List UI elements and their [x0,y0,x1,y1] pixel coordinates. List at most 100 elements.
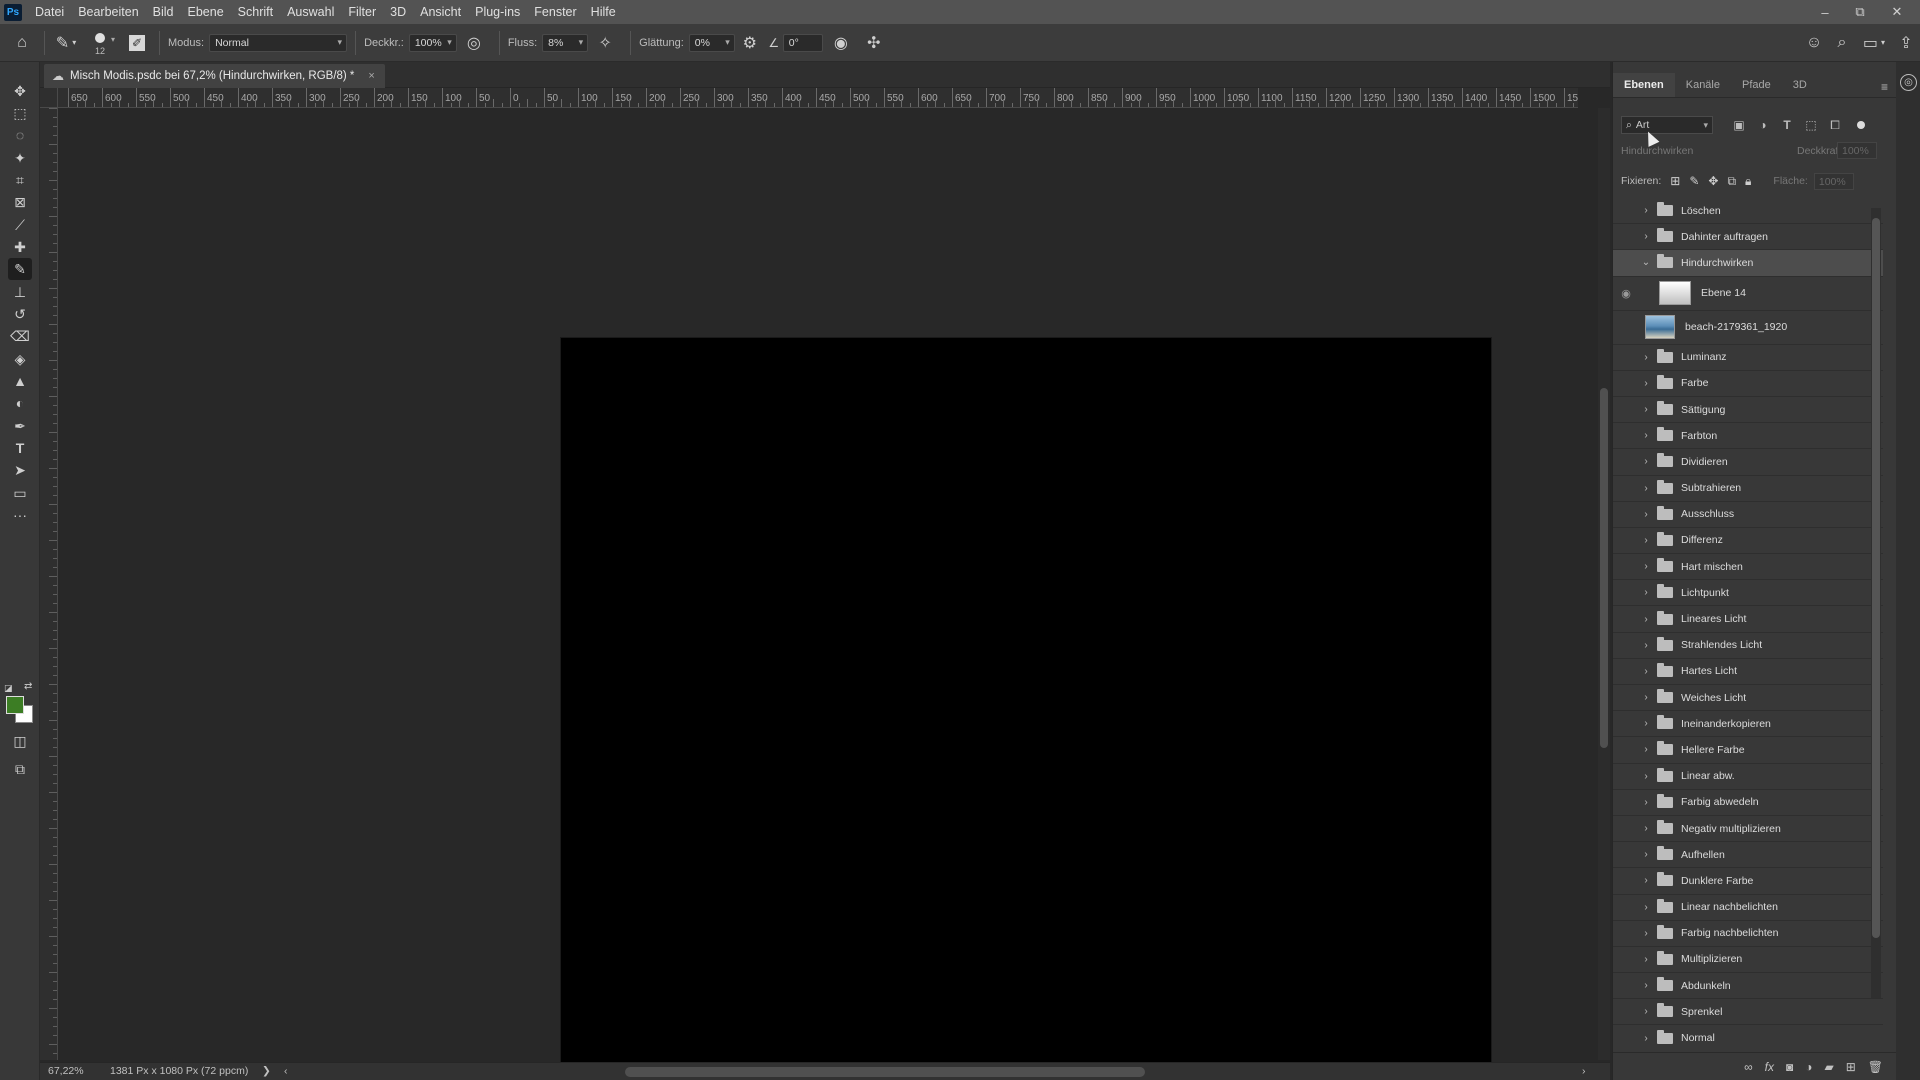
menu-item[interactable]: Schrift [231,0,280,24]
layer-row[interactable]: › Farbton [1613,423,1883,450]
pen-tool-icon[interactable]: ✒ [8,415,32,437]
layer-row[interactable]: › Ausschluss [1613,502,1883,528]
trash-icon[interactable]: 🗑︎ [1868,1060,1883,1074]
default-colors-icon[interactable]: ◪ [4,683,13,694]
layer-opacity-input[interactable]: 100% [1837,142,1877,159]
layer-row[interactable]: › Normal [1613,1025,1883,1048]
layer-row[interactable]: › Dunklere Farbe [1613,868,1883,895]
scrollbar-thumb[interactable] [1872,218,1880,938]
share-user-icon[interactable]: ☺ [1800,28,1828,58]
lock-artboard-icon[interactable]: ⧉ [1727,174,1736,189]
blend-mode-select[interactable]: Hindurchwirken [1621,145,1693,157]
chevron-right-icon[interactable]: › [1639,231,1653,242]
vertical-ruler[interactable] [40,108,58,1060]
lock-all-icon[interactable]: 🔒︎ [1745,174,1751,189]
layer-row[interactable]: › Luminanz [1613,345,1883,371]
layer-row[interactable]: › Dividieren [1613,449,1883,476]
document-tab[interactable]: ☁ Misch Modis.psdc bei 67,2% (Hindurchwi… [44,64,385,88]
chevron-right-icon[interactable]: › [1639,954,1653,965]
menu-item[interactable]: Bild [146,0,181,24]
layer-row[interactable]: › Löschen [1613,198,1883,225]
mode-select[interactable]: Normal ▾ [209,33,348,52]
pressure-size-icon[interactable]: ◉ [823,28,859,58]
layer-row[interactable]: › Linear nachbelichten [1613,895,1883,921]
path-select-tool-icon[interactable]: ➤ [8,459,32,481]
layer-row[interactable]: › Subtrahieren [1613,476,1883,502]
layer-row[interactable]: › Dahinter auftragen [1613,224,1883,251]
history-brush-tool-icon[interactable]: ↺ [8,303,32,325]
smoothing-input[interactable]: 0% ▾ [688,33,735,52]
filter-adjustment-icon[interactable]: ◑ [1751,118,1775,132]
chevron-right-icon[interactable]: › [1639,205,1653,216]
filter-shape-icon[interactable]: ⬚ [1799,118,1823,132]
screen-mode-icon[interactable]: ⧉ [8,758,32,780]
chevron-right-icon[interactable]: › [1639,614,1653,625]
filter-toggle-icon[interactable] [1857,121,1865,129]
layer-row[interactable]: › Lineares Licht [1613,606,1883,633]
fill-input[interactable]: 100% [1813,172,1854,190]
layer-row[interactable]: › Hart mischen [1613,554,1883,581]
canvas-horizontal-scrollbar[interactable] [625,1067,1145,1077]
chevron-right-icon[interactable]: › [1639,378,1653,389]
type-tool-icon[interactable]: T [8,437,32,459]
new-layer-icon[interactable]: ⊞ [1846,1060,1856,1074]
layer-row[interactable]: › Ineinanderkopieren [1613,711,1883,738]
more-tools-icon[interactable]: ··· [8,504,32,526]
chevron-right-icon[interactable]: › [1639,587,1653,598]
layer-row[interactable]: › Sprenkel [1613,999,1883,1026]
chevron-right-icon[interactable]: › [1639,561,1653,572]
close-button[interactable]: ✕ [1882,0,1912,24]
chevron-right-icon[interactable]: › [1639,849,1653,860]
layer-row[interactable]: › Weiches Licht [1613,685,1883,712]
chevron-right-icon[interactable]: › [1639,1033,1653,1044]
layer-row[interactable]: › Farbig nachbelichten [1613,921,1883,947]
chevron-right-icon[interactable]: › [1639,352,1653,363]
brush-size-picker[interactable]: 12 ▾ [83,28,123,58]
layer-row[interactable]: › Sättigung [1613,397,1883,424]
brush-tool-icon[interactable]: ✎ [8,258,32,280]
layer-row[interactable]: › Hellere Farbe [1613,737,1883,764]
opacity-input[interactable]: 100% ▾ [408,33,457,52]
add-mask-icon[interactable]: ◙ [1786,1060,1793,1074]
panel-menu-icon[interactable]: ≡ [1881,80,1888,94]
foreground-color-swatch[interactable] [6,696,24,714]
new-group-icon[interactable]: ▰ [1824,1060,1833,1074]
brush-settings-icon[interactable]: ✐ [123,28,151,58]
filter-type-icon[interactable]: T [1775,118,1799,132]
chevron-right-icon[interactable]: › [1639,771,1653,782]
layer-row[interactable]: ◉ Ebene 14 [1613,277,1883,311]
lock-transparency-icon[interactable]: ⊞ [1670,174,1680,188]
lock-position-icon[interactable]: ✥ [1708,174,1718,188]
lasso-tool-icon[interactable]: ◌ [8,124,32,146]
chevron-right-icon[interactable]: › [1639,640,1653,651]
layer-row[interactable]: › Multiplizieren [1613,947,1883,974]
document-canvas[interactable] [561,338,1491,1080]
eraser-tool-icon[interactable]: ⌫ [8,325,32,347]
chevron-right-icon[interactable]: › [1639,666,1653,677]
chevron-right-icon[interactable]: › [1639,928,1653,939]
eye-icon[interactable]: ◉ [1613,287,1639,300]
layers-scrollbar[interactable] [1871,208,1881,998]
learn-icon[interactable]: ◎ [1900,74,1917,91]
panel-tab[interactable]: Kanäle [1675,73,1731,97]
blur-tool-icon[interactable]: ▲ [8,370,32,392]
chevron-right-icon[interactable]: › [1639,404,1653,415]
dodge-tool-icon[interactable]: ◐ [8,392,32,414]
scroll-left-arrow[interactable]: ‹ [284,1065,288,1077]
panel-tab[interactable]: Ebenen [1613,73,1675,97]
menu-item[interactable]: Ansicht [413,0,468,24]
layer-row[interactable]: › Aufhellen [1613,842,1883,869]
pressure-opacity-icon[interactable]: ◎ [457,28,491,58]
chevron-right-icon[interactable]: › [1639,535,1653,546]
chevron-right-icon[interactable]: › [1639,875,1653,886]
menu-item[interactable]: Datei [28,0,71,24]
panel-tab[interactable]: 3D [1782,73,1818,97]
paint-bucket-tool-icon[interactable]: ◈ [8,348,32,370]
horizontal-ruler[interactable]: 650 600 550 500 450 400 350 300 250 200 150 100 50 0 5… [58,88,1578,108]
restore-button[interactable]: ⧉ [1845,0,1875,24]
crop-tool-icon[interactable]: ⌗ [8,169,32,191]
frame-tool-icon[interactable]: ⊠ [8,191,32,213]
eyedropper-tool-icon[interactable]: ⟋ [8,214,32,236]
adjustment-layer-icon[interactable]: ◑ [1805,1060,1812,1074]
menu-item[interactable]: 3D [383,0,413,24]
